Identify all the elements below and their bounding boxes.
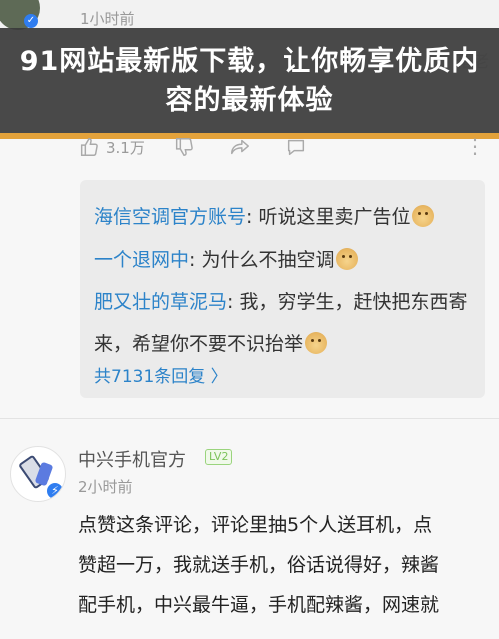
dog-emoji-icon xyxy=(336,248,359,270)
comment-line: 赞超一万，我就送手机，俗话说得好，辣酱 xyxy=(78,554,440,576)
reply-text: 听说这里卖广告位 xyxy=(258,206,411,228)
banner-title: 91网站最新版下载，让你畅享优质内容的最新体验 xyxy=(19,45,480,116)
level-badge: LV2 xyxy=(205,449,233,465)
dislike-icon xyxy=(175,138,193,156)
dog-emoji-icon xyxy=(305,332,328,354)
dog-emoji-icon xyxy=(412,205,435,227)
comment-line: 配手机，中兴最牛逼，手机配辣酱，网速就 xyxy=(78,594,440,616)
reply-colon: : xyxy=(227,291,240,313)
comment-username[interactable]: 中兴手机官方 xyxy=(78,446,186,472)
replies-box: 海信空调官方账号: 听说这里卖广告位 一个退网中: 为什么不抽空调 肥又壮的草泥… xyxy=(80,180,485,398)
verified-icon: ✓ xyxy=(24,14,38,28)
divider xyxy=(0,418,499,419)
comment-time: 1小时前 xyxy=(80,10,135,28)
reply-item[interactable]: 一个退网中: 为什么不抽空调 xyxy=(94,247,359,273)
view-all-replies-link[interactable]: 共7131条回复 〉 xyxy=(94,362,228,387)
avatar[interactable]: ⚡ xyxy=(10,446,66,502)
reply-item[interactable]: 海信空调官方账号: 听说这里卖广告位 xyxy=(94,204,435,230)
comment-line: 点赞这条评论，评论里抽5个人送耳机，点 xyxy=(78,514,433,536)
comment-body: 点赞这条评论，评论里抽5个人送耳机，点 赞超一万，我就送手机，俗话说得好，辣酱 … xyxy=(78,505,499,625)
avatar[interactable]: ✓ xyxy=(0,0,40,30)
reply-button[interactable] xyxy=(285,136,313,158)
title-banner: 91网站最新版下载，让你畅享优质内容的最新体验 xyxy=(0,28,499,139)
share-button[interactable] xyxy=(229,136,257,158)
like-count: 3.1万 xyxy=(106,138,145,157)
more-icon[interactable]: ⋮ xyxy=(465,134,485,158)
comment-icon xyxy=(287,139,304,156)
share-icon xyxy=(230,139,249,155)
reply-item[interactable]: 肥又壮的草泥马: 我，穷学生，赶快把东西寄来，希望你不要不识抬举 xyxy=(94,281,474,365)
like-button[interactable]: 3.1万 xyxy=(78,136,145,158)
verified-icon: ⚡ xyxy=(47,483,63,499)
like-icon xyxy=(80,138,98,156)
reply-username[interactable]: 肥又壮的草泥马 xyxy=(94,291,227,313)
comment-time: 2小时前 xyxy=(78,478,133,496)
dislike-button[interactable] xyxy=(173,136,201,158)
reply-text: 为什么不抽空调 xyxy=(201,249,335,271)
comment-action-bar: 3.1万 xyxy=(78,132,341,162)
reply-username[interactable]: 海信空调官方账号 xyxy=(94,206,246,228)
reply-colon: : xyxy=(189,249,202,271)
reply-username[interactable]: 一个退网中 xyxy=(94,249,189,271)
reply-colon: : xyxy=(246,206,259,228)
